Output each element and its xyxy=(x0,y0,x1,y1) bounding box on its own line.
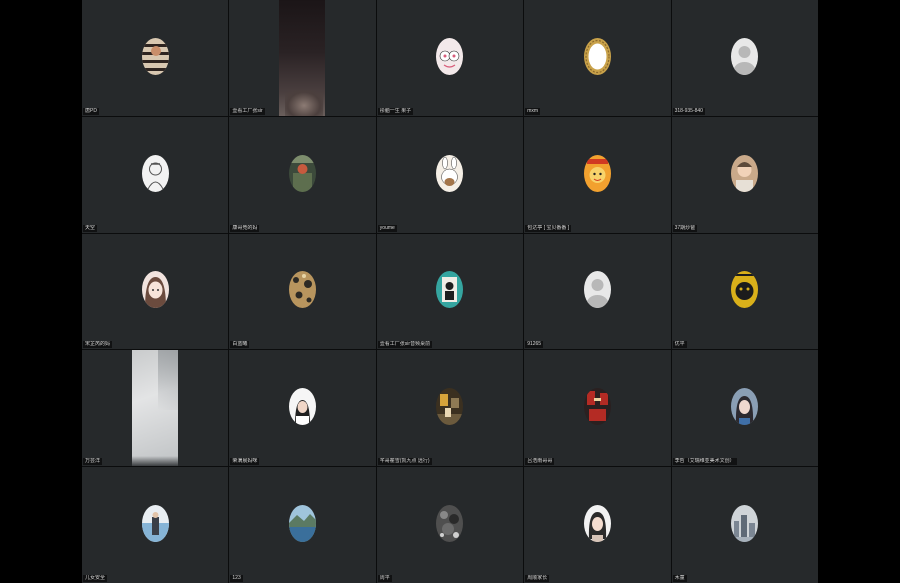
participant-avatar xyxy=(436,271,464,309)
participant-tile[interactable]: 荣满晨妈咪 xyxy=(229,350,376,467)
participant-avatar xyxy=(289,505,317,543)
participant-avatar xyxy=(583,388,611,426)
participant-avatar xyxy=(583,37,611,75)
participant-name: 周平 xyxy=(377,575,392,582)
participant-tile[interactable]: 37期炒爸 xyxy=(671,116,818,233)
participant-name: 唐PD xyxy=(83,107,99,115)
participant-name: 壹看工厂张sir xyxy=(230,107,265,115)
participant-tile[interactable]: 318-935-840 xyxy=(671,0,818,116)
participant-name: 壹看工厂张sir音频桌前 xyxy=(377,341,433,349)
participant-tile[interactable]: 木童 xyxy=(671,467,818,583)
video-edge xyxy=(132,456,178,467)
participant-tile[interactable]: 唐PD xyxy=(82,0,229,116)
participant-avatar xyxy=(289,154,317,192)
participant-avatar xyxy=(141,271,169,309)
participant-avatar xyxy=(436,388,464,426)
video-feed xyxy=(279,0,326,116)
participant-tile[interactable]: 周平 xyxy=(376,467,524,583)
participant-name: 周顺家长 xyxy=(525,575,550,582)
participant-name: 宋芷芮的妈 xyxy=(83,341,113,349)
participant-name: 123 xyxy=(230,575,243,582)
participant-tile[interactable]: 优平 xyxy=(671,233,818,350)
participant-name: 万芸洋 xyxy=(83,458,103,466)
participant-avatar xyxy=(289,271,317,309)
participant-name: 318-935-840 xyxy=(672,107,705,115)
participant-avatar xyxy=(436,37,464,75)
participant-name: 荣满晨妈咪 xyxy=(230,458,260,466)
participant-tile[interactable]: 壹看工厂张sir音频桌前 xyxy=(376,233,524,350)
participant-name: 优平 xyxy=(672,341,687,349)
video-face xyxy=(285,89,324,116)
participant-tile[interactable]: 宋芷芮的妈 xyxy=(82,233,229,350)
participant-avatar xyxy=(583,505,611,543)
participant-tile[interactable]: 万芸洋 xyxy=(82,350,229,467)
participant-name: 康哥竞的妈 xyxy=(230,224,260,232)
participant-name: 木童 xyxy=(672,575,687,582)
video-feed xyxy=(132,350,178,467)
participant-tile[interactable]: youme xyxy=(376,116,524,233)
participant-avatar xyxy=(436,505,464,543)
participant-tile[interactable]: 吕浩雨哥哥 xyxy=(524,350,671,467)
participant-avatar xyxy=(731,37,759,75)
participant-avatar xyxy=(731,271,759,309)
participant-name: 吕浩雨哥哥 xyxy=(525,458,555,466)
participant-avatar xyxy=(141,37,169,75)
participant-name: 37期炒爸 xyxy=(672,224,698,232)
participant-tile[interactable]: 周顺家长 xyxy=(524,467,671,583)
participant-grid: 唐PD 壹看工厂张sir 彤脑一生 果子 mxm 318-935-840 天空 康哥竞的妈 y… xyxy=(82,0,818,583)
participant-tile[interactable]: 壹看工厂张sir xyxy=(229,0,376,116)
participant-tile[interactable]: 91265 xyxy=(524,233,671,350)
meeting-stage: 唐PD 壹看工厂张sir 彤脑一生 果子 mxm 318-935-840 天空 康哥竞的妈 y… xyxy=(0,0,900,583)
participant-avatar xyxy=(289,388,317,426)
participant-name: 儿女安全 xyxy=(83,575,108,582)
participant-avatar xyxy=(141,154,169,192)
participant-tile[interactable]: 李哲（艾瑞维亚美术文创） xyxy=(671,350,818,467)
participant-name: mxm xyxy=(525,107,541,115)
participant-tile[interactable]: 康哥竞的妈 xyxy=(229,116,376,233)
participant-name: 芊哥瞿雪(凯九点 远行) xyxy=(377,458,432,466)
participant-tile[interactable]: 天空 xyxy=(82,116,229,233)
participant-avatar xyxy=(583,154,611,192)
participant-name: 包达亭 [ 宝贝番番 ] xyxy=(525,224,572,232)
participant-tile[interactable]: 儿女安全 xyxy=(82,467,229,583)
participant-avatar xyxy=(731,154,759,192)
participant-tile[interactable]: 彤脑一生 果子 xyxy=(376,0,524,116)
participant-name: 彤脑一生 果子 xyxy=(377,107,414,115)
participant-avatar xyxy=(731,505,759,543)
participant-avatar xyxy=(583,271,611,309)
participant-name: 91265 xyxy=(525,341,544,349)
participant-name: 天空 xyxy=(83,224,98,232)
participant-tile[interactable]: 芊哥瞿雪(凯九点 远行) xyxy=(376,350,524,467)
participant-name: 李哲（艾瑞维亚美术文创） xyxy=(672,458,737,466)
participant-tile[interactable]: 白蓝曦 xyxy=(229,233,376,350)
participant-tile[interactable]: 包达亭 [ 宝贝番番 ] xyxy=(524,116,671,233)
participant-avatar xyxy=(436,154,464,192)
participant-avatar xyxy=(141,505,169,543)
participant-name: 白蓝曦 xyxy=(230,341,250,349)
participant-avatar xyxy=(731,388,759,426)
participant-tile[interactable]: 123 xyxy=(229,467,376,583)
participant-tile[interactable]: mxm xyxy=(524,0,671,116)
video-shade xyxy=(158,350,178,411)
participant-name: youme xyxy=(377,224,397,232)
